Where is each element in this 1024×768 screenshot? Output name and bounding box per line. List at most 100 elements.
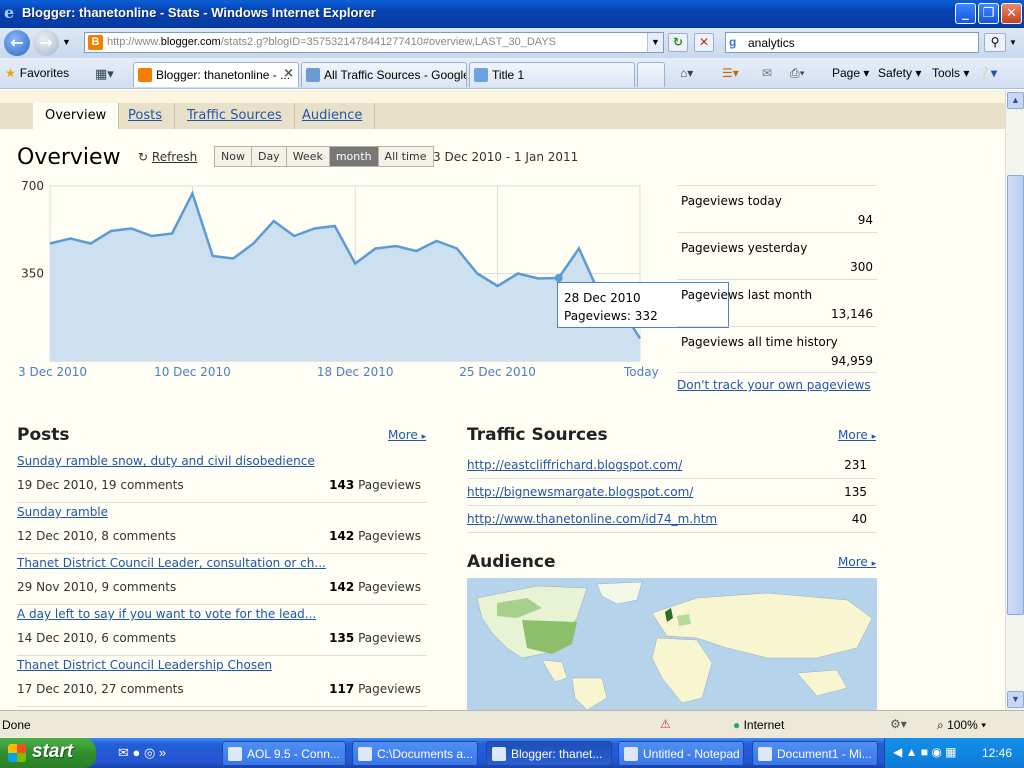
audience-world-map[interactable]: [467, 578, 877, 710]
range-all-time-button[interactable]: All time: [378, 147, 433, 166]
close-tab-icon[interactable]: ×: [283, 66, 294, 81]
task-word[interactable]: Document1 - Mi...: [752, 741, 878, 766]
traffic-more-link[interactable]: More ▸: [838, 428, 876, 442]
post-title-link[interactable]: Sunday ramble snow, duty and civil disob…: [17, 454, 315, 468]
range-week-button[interactable]: Week: [286, 147, 330, 166]
address-bar[interactable]: B http://www.blogger.com/stats2.g?blogID…: [84, 32, 664, 53]
mail-icon[interactable]: ✉: [762, 66, 772, 80]
stop-icon[interactable]: ✕: [694, 33, 714, 52]
word-icon: [758, 747, 772, 761]
x-tick-label: Today: [623, 365, 659, 379]
blogger-favicon-icon: B: [88, 35, 103, 50]
refresh-icon: ↻: [138, 150, 149, 164]
star-icon: ★: [5, 66, 16, 80]
protected-mode-icon[interactable]: ⚙▾: [890, 717, 907, 731]
window-title-bar[interactable]: e Blogger: thanetonline - Stats - Window…: [0, 0, 1024, 28]
source-link[interactable]: http://bignewsmargate.blogspot.com/: [467, 485, 693, 499]
ie-tab-icon: [474, 68, 488, 82]
list-item: Sunday ramble 12 Dec 2010, 8 comments 142 …: [17, 503, 427, 554]
security-zone: ● Internet: [733, 718, 785, 732]
posts-heading: Posts: [17, 425, 70, 445]
tab-title-1[interactable]: Title 1: [469, 62, 635, 87]
range-now-button[interactable]: Now: [215, 147, 252, 166]
list-item: Thanet District Council Leadership Chose…: [17, 656, 427, 707]
address-dropdown-icon[interactable]: ▼: [647, 33, 663, 52]
arrow-right-icon: ▸: [871, 559, 877, 569]
list-item: http://eastcliffrichard.blogspot.com/231: [467, 452, 877, 479]
minimize-button[interactable]: _: [955, 3, 976, 24]
tab-traffic-sources-nav[interactable]: Traffic Sources: [175, 103, 295, 129]
home-icon[interactable]: ⌂▾: [680, 66, 693, 80]
post-title-link[interactable]: Thanet District Council Leader, consulta…: [17, 556, 326, 570]
close-button[interactable]: ✕: [1001, 3, 1022, 24]
post-title-link[interactable]: A day left to say if you want to vote fo…: [17, 607, 316, 621]
vertical-scrollbar[interactable]: ▲ ▼: [1005, 90, 1024, 710]
post-title-link[interactable]: Thanet District Council Leadership Chose…: [17, 658, 272, 672]
favorites-button[interactable]: ★ Favorites: [5, 66, 69, 80]
clock: 12:46: [981, 746, 1012, 760]
pageview-stats: Pageviews today 94 Pageviews yesterday 300…: [677, 185, 877, 373]
google-search-icon: g: [729, 35, 737, 49]
start-button[interactable]: start: [0, 738, 96, 768]
feeds-icon[interactable]: ☰▾: [722, 66, 739, 80]
post-title-link[interactable]: Sunday ramble: [17, 505, 108, 519]
tab-posts[interactable]: Posts: [116, 103, 175, 129]
quick-launch-icons[interactable]: ✉ ● ◎ »: [118, 745, 166, 761]
refresh-link[interactable]: ↻ Refresh: [138, 150, 197, 164]
scroll-down-icon[interactable]: ▼: [1007, 691, 1024, 708]
tab-blogger[interactable]: Blogger: thanetonline - ... ×: [133, 62, 299, 87]
status-text: Done: [2, 718, 31, 732]
print-icon[interactable]: ⎙▾: [790, 66, 805, 81]
source-link[interactable]: http://www.thanetonline.com/id74_m.htm: [467, 512, 717, 526]
pageviews-chart[interactable]: 700 350 3 Dec 2010 10 Dec 2010 18 Dec 2010 25…: [0, 176, 660, 386]
list-item: Sunday ramble snow, duty and civil disob…: [17, 452, 427, 503]
page-content: Overview Posts Traffic Sources Audience …: [0, 90, 1005, 710]
maximize-button[interactable]: ❐: [978, 3, 999, 24]
safety-menu[interactable]: Safety ▾: [878, 66, 921, 80]
audience-more-link[interactable]: More ▸: [838, 555, 876, 569]
page-menu[interactable]: Page ▾: [832, 66, 869, 80]
scroll-thumb[interactable]: [1007, 175, 1024, 615]
x-tick-label: 3 Dec 2010: [18, 365, 87, 379]
tools-menu[interactable]: Tools ▾: [932, 66, 969, 80]
address-url[interactable]: http://www.blogger.com/stats2.g?blogID=3…: [107, 36, 556, 48]
world-map-graphic: [476, 581, 873, 710]
list-item: A day left to say if you want to vote fo…: [17, 605, 427, 656]
tab-audience[interactable]: Audience: [290, 103, 376, 129]
zoom-level[interactable]: ⌕ 100% ▾: [937, 718, 986, 733]
scroll-up-icon[interactable]: ▲: [1007, 92, 1024, 109]
forward-button[interactable]: →: [33, 30, 59, 56]
task-documents[interactable]: C:\Documents a...: [352, 741, 478, 766]
popup-blocked-icon[interactable]: ⚠: [660, 717, 671, 731]
notepad-icon: [624, 747, 638, 761]
tab-overview[interactable]: Overview: [33, 103, 120, 129]
globe-icon: ●: [733, 718, 741, 732]
taskbar: start ✉ ● ◎ » AOL 9.5 - Conn... C:\Docum…: [0, 738, 1024, 768]
task-blogger[interactable]: Blogger: thanet...: [486, 741, 612, 766]
windows-logo-icon: [8, 744, 26, 762]
stat-today: Pageviews today 94: [677, 185, 877, 232]
new-tab-button[interactable]: [637, 62, 665, 87]
address-toolbar: ← → ▼ B http://www.blogger.com/stats2.g?…: [0, 28, 1024, 58]
dont-track-link[interactable]: Don't track your own pageviews: [677, 378, 871, 392]
search-options-icon[interactable]: ▼: [1009, 38, 1017, 47]
quick-tabs-icon[interactable]: ▦▾: [95, 66, 114, 82]
history-dropdown-icon[interactable]: ▼: [62, 37, 71, 47]
analytics-tab-icon: [306, 68, 320, 82]
refresh-page-icon[interactable]: ↻: [668, 33, 688, 52]
range-day-button[interactable]: Day: [251, 147, 287, 166]
search-input[interactable]: g analytics: [725, 32, 979, 53]
posts-more-link[interactable]: More ▸: [388, 428, 426, 442]
back-button[interactable]: ←: [4, 30, 30, 56]
x-tick-label: 10 Dec 2010: [154, 365, 231, 379]
task-notepad[interactable]: Untitled - Notepad: [618, 741, 744, 766]
arrow-right-icon: ▸: [871, 432, 877, 442]
task-aol[interactable]: AOL 9.5 - Conn...: [222, 741, 346, 766]
range-month-button[interactable]: month: [329, 147, 379, 166]
search-icon[interactable]: ⚲: [984, 33, 1006, 52]
source-link[interactable]: http://eastcliffrichard.blogspot.com/: [467, 458, 682, 472]
tab-traffic-sources[interactable]: All Traffic Sources - Google...: [301, 62, 467, 87]
tray-icons[interactable]: ◀ ▲ ■ ◉ ▦: [893, 745, 957, 759]
help-icon[interactable]: ❔▾: [976, 66, 997, 80]
stat-last-month: Pageviews last month 13,146: [677, 279, 877, 326]
